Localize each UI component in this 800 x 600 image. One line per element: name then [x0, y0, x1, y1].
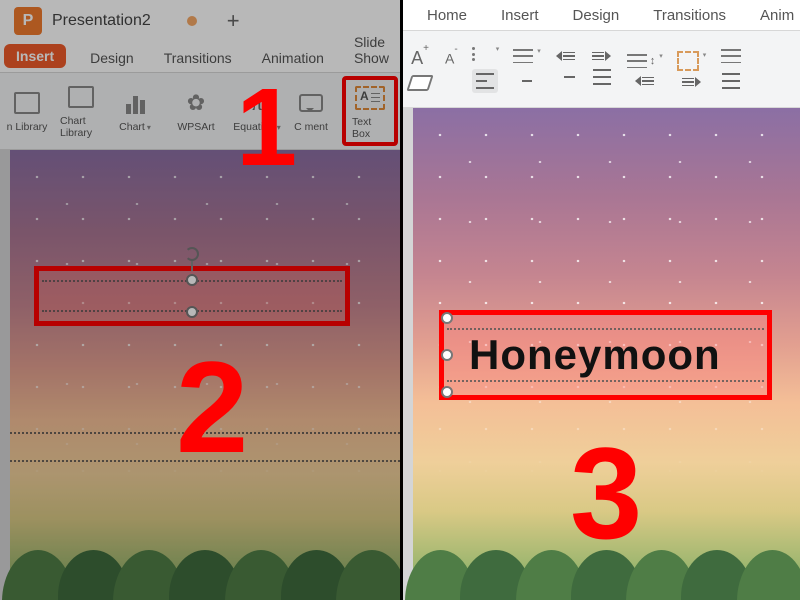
- chart-button[interactable]: Chart▾: [112, 87, 158, 135]
- align-right-button[interactable]: [555, 67, 577, 87]
- slide-gutter: [403, 108, 413, 600]
- tab-slideshow[interactable]: Slide Show: [348, 32, 395, 68]
- increase-indent-button[interactable]: [592, 51, 611, 61]
- tutorial-panel-left: P Presentation2 + Insert Design Transiti…: [0, 0, 400, 600]
- chevron-down-icon: ▾: [147, 123, 151, 132]
- slide-foreground-bushes: [10, 550, 400, 600]
- app-logo-icon: P: [14, 7, 42, 35]
- filled-text-box[interactable]: Honeymoon: [439, 310, 772, 400]
- outdent-button[interactable]: [635, 76, 654, 86]
- new-tab-button[interactable]: +: [227, 8, 240, 34]
- tab-animation-truncated[interactable]: Anim: [754, 5, 800, 26]
- tab-design[interactable]: Design: [84, 48, 140, 68]
- chart-label: Chart: [119, 121, 145, 133]
- lines-icon: [642, 77, 654, 86]
- decrease-font-button[interactable]: A-: [445, 50, 458, 67]
- image-icon: [12, 89, 42, 117]
- arrow-left-icon: [635, 76, 641, 86]
- icon-library-button[interactable]: n Library: [4, 87, 50, 135]
- chart-library-label: Chart Library: [60, 115, 102, 139]
- align-center-button[interactable]: [516, 71, 538, 91]
- text-direction-button[interactable]: ▾: [677, 51, 707, 71]
- numbering-button[interactable]: ▾: [513, 47, 541, 65]
- align-justify-icon: [591, 67, 613, 87]
- align-left-icon: [474, 71, 496, 91]
- align-right-icon: [555, 67, 577, 87]
- step-number-1: 1: [236, 64, 297, 191]
- bar-chart-icon: [120, 89, 150, 117]
- comment-label: C ment: [294, 121, 328, 133]
- chevron-down-icon: ▾: [496, 45, 500, 53]
- distribute-button[interactable]: [720, 71, 742, 91]
- decrease-indent-button[interactable]: [556, 51, 575, 61]
- number-list-icon: [513, 47, 533, 65]
- lines-icon: [563, 52, 575, 61]
- ribbon-tabs-left: Insert Design Transitions Animation Slid…: [0, 42, 400, 72]
- tab-insert[interactable]: Insert: [4, 44, 66, 68]
- ribbon-tabs-right: Home Insert Design Transitions Anim: [403, 0, 800, 30]
- arrow-left-icon: [556, 51, 562, 61]
- align-left-button[interactable]: [472, 69, 498, 93]
- font-shrink-icon: A-: [445, 50, 458, 67]
- tab-insert[interactable]: Insert: [495, 5, 545, 26]
- lines-icon: [682, 78, 694, 87]
- textbox-border-dashed: [447, 328, 764, 330]
- line-spacing-button[interactable]: ↕▾: [627, 52, 663, 70]
- align-text-button[interactable]: [721, 47, 741, 65]
- comment-icon: [296, 89, 326, 117]
- icon-library-label: n Library: [7, 121, 48, 133]
- unsaved-indicator-icon: [187, 16, 197, 26]
- bullets-button[interactable]: ▾: [472, 45, 500, 63]
- tab-transitions[interactable]: Transitions: [158, 48, 238, 68]
- clear-format-icon[interactable]: [406, 75, 433, 91]
- resize-handle-icon[interactable]: [441, 349, 453, 361]
- document-title: Presentation2: [52, 12, 151, 30]
- textbox-border-dashed: [447, 380, 764, 382]
- bullet-list-icon: [472, 45, 492, 63]
- resize-handle-icon[interactable]: [186, 306, 198, 318]
- wpsart-icon: ✿: [181, 89, 211, 117]
- align-justify-button[interactable]: [591, 67, 613, 87]
- distribute-icon: [720, 71, 742, 91]
- textbox-content[interactable]: Honeymoon: [469, 331, 721, 379]
- vertical-align-icon: [721, 47, 741, 65]
- chart-library-icon: [66, 83, 96, 111]
- increase-font-button[interactable]: A+: [411, 48, 429, 69]
- arrow-right-icon: [695, 77, 701, 87]
- lines-icon: [592, 52, 604, 61]
- ribbon-toolbar-left: n Library Chart Library Chart▾ ✿ WPSArt …: [0, 72, 400, 150]
- chevron-down-icon: ▾: [703, 51, 707, 59]
- step-number-3: 3: [570, 418, 642, 568]
- tab-transitions[interactable]: Transitions: [647, 5, 732, 26]
- empty-text-box[interactable]: [34, 266, 350, 326]
- rotate-handle-icon[interactable]: [185, 247, 199, 271]
- tab-home[interactable]: Home: [421, 5, 473, 26]
- chevron-down-icon: ▾: [537, 47, 541, 55]
- resize-handle-icon[interactable]: [441, 386, 453, 398]
- ribbon-toolbar-right: A+ A- ▾ ▾ ↕▾: [403, 30, 800, 108]
- step-number-2: 2: [176, 332, 248, 482]
- font-grow-icon: A+: [411, 48, 429, 69]
- line-spacing-icon: [627, 52, 647, 70]
- text-box-icon: [355, 84, 385, 112]
- chevron-down-icon: ▾: [659, 52, 663, 60]
- text-box-label: Text Box: [352, 116, 388, 140]
- wpsart-button[interactable]: ✿ WPSArt: [166, 87, 226, 135]
- align-center-icon: [516, 71, 538, 91]
- slide-gutter: [0, 150, 10, 600]
- resize-handle-icon[interactable]: [441, 312, 453, 324]
- arrow-right-icon: [605, 51, 611, 61]
- text-box-button[interactable]: Text Box: [342, 76, 398, 146]
- chart-library-button[interactable]: Chart Library: [58, 81, 104, 141]
- resize-handle-icon[interactable]: [186, 274, 198, 286]
- tab-design[interactable]: Design: [567, 5, 626, 26]
- title-bar: P Presentation2 +: [0, 0, 400, 42]
- wpsart-label: WPSArt: [177, 121, 214, 133]
- updown-arrows-icon: ↕: [650, 55, 656, 67]
- text-direction-icon: [677, 51, 699, 71]
- indent-button[interactable]: [682, 77, 701, 87]
